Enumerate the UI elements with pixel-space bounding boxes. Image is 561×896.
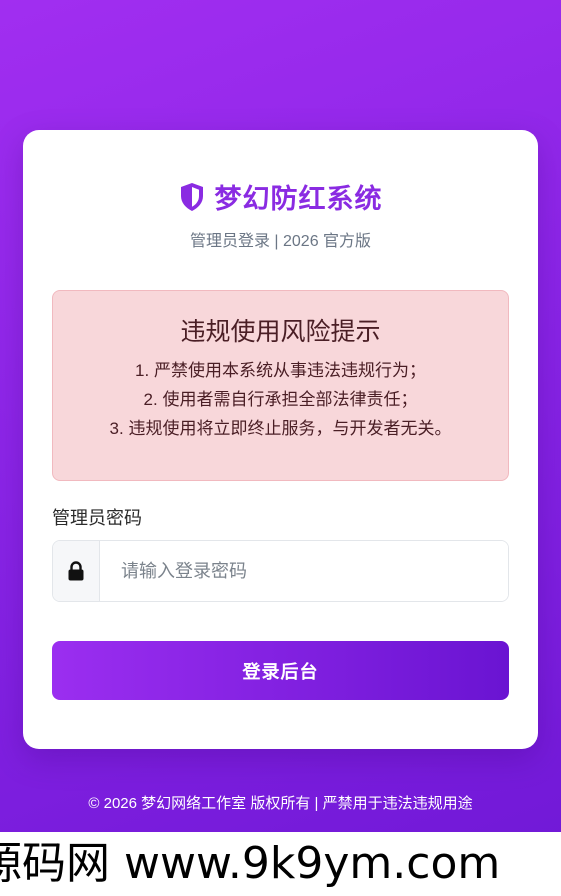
brand-title: 梦幻防红系统 (214, 184, 383, 214)
warning-line: 3. 违规使用将立即终止服务，与开发者无关。 (109, 419, 452, 438)
warning-title: 违规使用风险提示 (180, 318, 381, 346)
warning-line: 2. 使用者需自行承担全部法律责任； (143, 390, 418, 409)
login-card: 梦幻防红系统 管理员登录 | 2026 官方版 违规使用风险提示 1. 严禁使用… (23, 130, 538, 749)
lock-icon (68, 561, 84, 581)
password-input-group (52, 540, 509, 602)
login-button[interactable]: 登录后台 (52, 641, 509, 700)
risk-warning-box: 违规使用风险提示 1. 严禁使用本系统从事违法违规行为； 2. 使用者需自行承担… (52, 290, 509, 481)
shield-icon (180, 182, 203, 211)
footer-copyright: © 2026 梦幻网络工作室 版权所有 | 严禁用于违法违规用途 (88, 795, 473, 812)
password-label: 管理员密码 (52, 508, 142, 528)
warning-line: 1. 严禁使用本系统从事违法违规行为； (135, 361, 426, 380)
brand-header: 梦幻防红系统 (23, 177, 538, 216)
watermark-banner: 源码网 www.9k9ym.com (0, 832, 561, 896)
password-input[interactable] (100, 541, 508, 601)
password-addon (53, 541, 100, 601)
page-subtitle: 管理员登录 | 2026 官方版 (189, 233, 372, 250)
